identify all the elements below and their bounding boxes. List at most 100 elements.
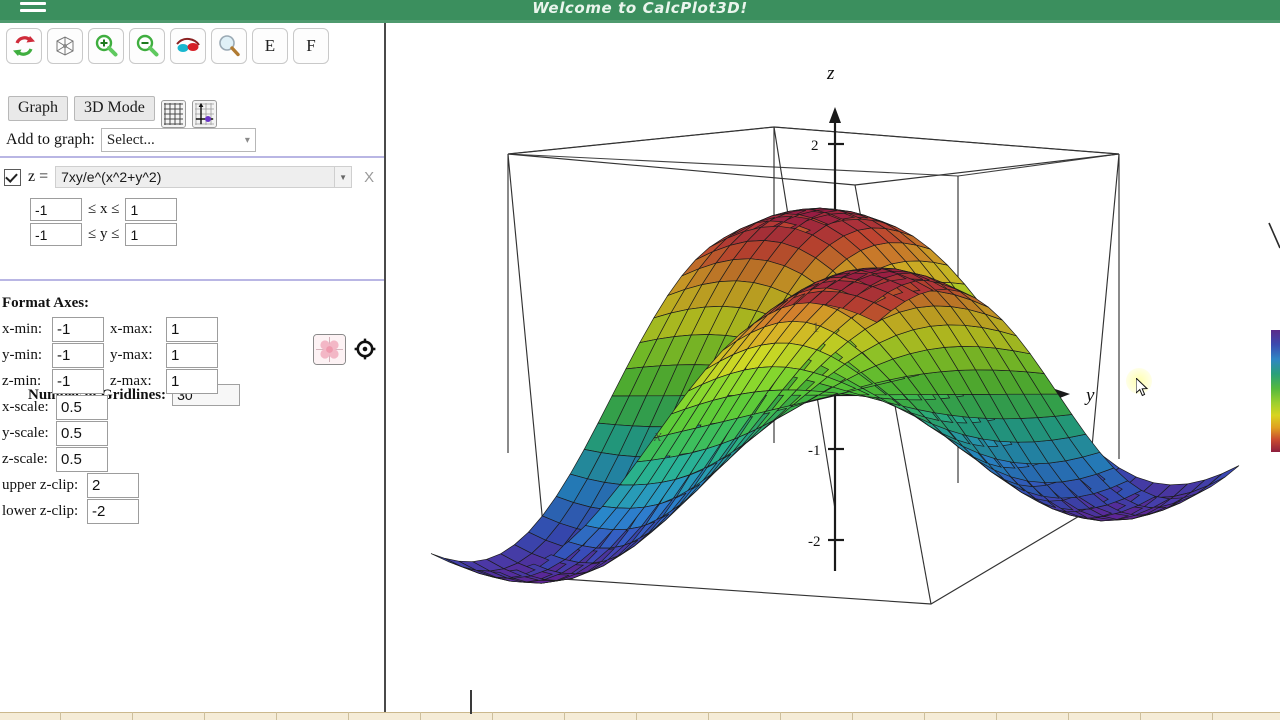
bottom-tick [924, 712, 925, 720]
bottom-tick [708, 712, 709, 720]
bottom-tick [780, 712, 781, 720]
function-expression-input[interactable]: 7xy/e^(x^2+y^2) [55, 166, 336, 188]
zoom-in-icon[interactable] [88, 28, 124, 64]
color-legend-sliver [1271, 330, 1280, 452]
surface-cell [430, 553, 463, 568]
bottom-status-strip [0, 712, 1280, 720]
y-range-row: -1 ≤ y ≤ 1 [30, 223, 178, 246]
z-scale-row: z-scale: 0.5 [2, 446, 252, 472]
y-range-separator: ≤ y ≤ [88, 226, 120, 242]
bottom-tick [204, 712, 205, 720]
format-axes-section: Format Axes: x-min: -1 x-max: 1 y-min: -… [2, 295, 252, 524]
button-e[interactable]: E [252, 28, 288, 64]
bottom-tick [348, 712, 349, 720]
y-max-input[interactable]: 1 [125, 223, 178, 246]
z-tick-2: 2 [811, 138, 819, 154]
surface-plot[interactable]: z y x 2 1 -1 -2 [386, 23, 1280, 720]
chevron-down-icon: ▾ [244, 134, 250, 146]
bottom-tick [420, 712, 421, 720]
add-to-graph-label: Add to graph: [6, 131, 95, 148]
x-min-input[interactable]: -1 [30, 198, 82, 221]
bottom-tick [276, 712, 277, 720]
x-scale-label: x-scale: [2, 398, 49, 415]
page-title: Welcome to CalcPlot3D! [532, 0, 748, 17]
function-enabled-checkbox[interactable] [4, 168, 21, 186]
format-z-max-input[interactable]: 1 [166, 368, 218, 394]
gear-icon[interactable] [354, 338, 376, 360]
bottom-tick [636, 712, 637, 720]
format-x-min-input[interactable]: -1 [52, 316, 104, 342]
format-y-max-input[interactable]: 1 [166, 342, 218, 368]
x-scale-row: x-scale: 0.5 [2, 394, 252, 420]
plot-canvas[interactable]: z y x 2 1 -1 -2 [386, 23, 1280, 720]
x-range-separator: ≤ x ≤ [88, 201, 120, 217]
remove-function-button[interactable]: X [364, 169, 374, 186]
z-scale-input[interactable]: 0.5 [56, 446, 108, 472]
z-tick-1: 1 [812, 320, 820, 336]
y-max-label: y-max: [110, 346, 153, 363]
x-max-input[interactable]: 1 [125, 198, 178, 221]
upper-z-clip-row: upper z-clip: 2 [2, 472, 252, 498]
bottom-tick [1140, 712, 1141, 720]
chevron-down-icon[interactable]: ▼ [335, 166, 353, 188]
y-scale-row: y-scale: 0.5 [2, 420, 252, 446]
function-z-label: z = [28, 168, 49, 185]
button-f[interactable]: F [293, 28, 329, 64]
bottom-tick [1212, 712, 1213, 720]
bottom-tick [852, 712, 853, 720]
bottom-marker [470, 690, 472, 714]
lower-z-clip-label: lower z-clip: [2, 502, 79, 519]
z-min-label: z-min: [2, 372, 42, 389]
format-y-min-input[interactable]: -1 [52, 342, 104, 368]
function-panel: z = 7xy/e^(x^2+y^2) ▼ X -1 ≤ x ≤ 1 -1 ≤ … [0, 156, 384, 406]
surface-color-icon[interactable] [313, 334, 346, 365]
x-scale-input[interactable]: 0.5 [56, 394, 108, 420]
calcplot3d-app: Welcome to CalcPlot3D! E F Graph 3D Mode… [0, 0, 1280, 720]
graph-button[interactable]: Graph [8, 96, 68, 121]
bottom-tick [1068, 712, 1069, 720]
x-min-label: x-min: [2, 320, 42, 337]
z-max-label: z-max: [110, 372, 152, 389]
lower-z-clip-input[interactable]: -2 [87, 498, 139, 524]
y-scale-input[interactable]: 0.5 [56, 420, 108, 446]
upper-z-clip-label: upper z-clip: [2, 476, 79, 493]
magnifier-icon[interactable] [211, 28, 247, 64]
z-tick-neg1: -1 [808, 443, 821, 459]
bottom-tick [132, 712, 133, 720]
y-axis-label: y [1084, 385, 1095, 406]
anaglyph-glasses-icon[interactable] [170, 28, 206, 64]
x-minmax-row: x-min: -1 x-max: 1 [2, 316, 252, 342]
y-min-label: y-min: [2, 346, 42, 363]
view-toolbar: E F [6, 28, 329, 64]
zoom-out-icon[interactable] [129, 28, 165, 64]
format-z-min-input[interactable]: -1 [52, 368, 104, 394]
add-to-graph-select[interactable]: Select... ▾ [100, 128, 256, 152]
rotate-reset-icon[interactable] [6, 28, 42, 64]
z-tick-neg2: -2 [808, 534, 821, 550]
upper-z-clip-input[interactable]: 2 [87, 472, 139, 498]
format-x-max-input[interactable]: 1 [166, 316, 218, 342]
z-axis-label: z [826, 63, 835, 84]
z-scale-label: z-scale: [2, 450, 48, 467]
legend-tick-mark [1268, 222, 1280, 249]
grid-axes-point-icon[interactable] [191, 100, 217, 128]
grid-icon[interactable] [160, 100, 186, 128]
bottom-tick [60, 712, 61, 720]
y-scale-label: y-scale: [2, 424, 49, 441]
z-minmax-row: z-min: -1 z-max: 1 [2, 368, 252, 394]
x-axis-label: x [653, 426, 662, 445]
add-to-graph-row: Add to graph: Select... ▾ [6, 128, 256, 152]
y-minmax-row: y-min: -1 y-max: 1 [2, 342, 252, 368]
bottom-tick [492, 712, 493, 720]
format-axes-title: Format Axes: [2, 295, 90, 311]
axes-wireframe-icon[interactable] [47, 28, 83, 64]
bottom-tick [996, 712, 997, 720]
y-min-input[interactable]: -1 [30, 223, 82, 246]
bottom-tick [564, 712, 565, 720]
3d-mode-button[interactable]: 3D Mode [73, 96, 155, 121]
x-max-label: x-max: [110, 320, 153, 337]
app-header: Welcome to CalcPlot3D! [0, 0, 1280, 20]
control-sidebar: E F Graph 3D Mode Add to graph: Select..… [0, 23, 384, 720]
add-to-graph-value: Select... [106, 131, 155, 148]
x-range-row: -1 ≤ x ≤ 1 [30, 198, 178, 221]
